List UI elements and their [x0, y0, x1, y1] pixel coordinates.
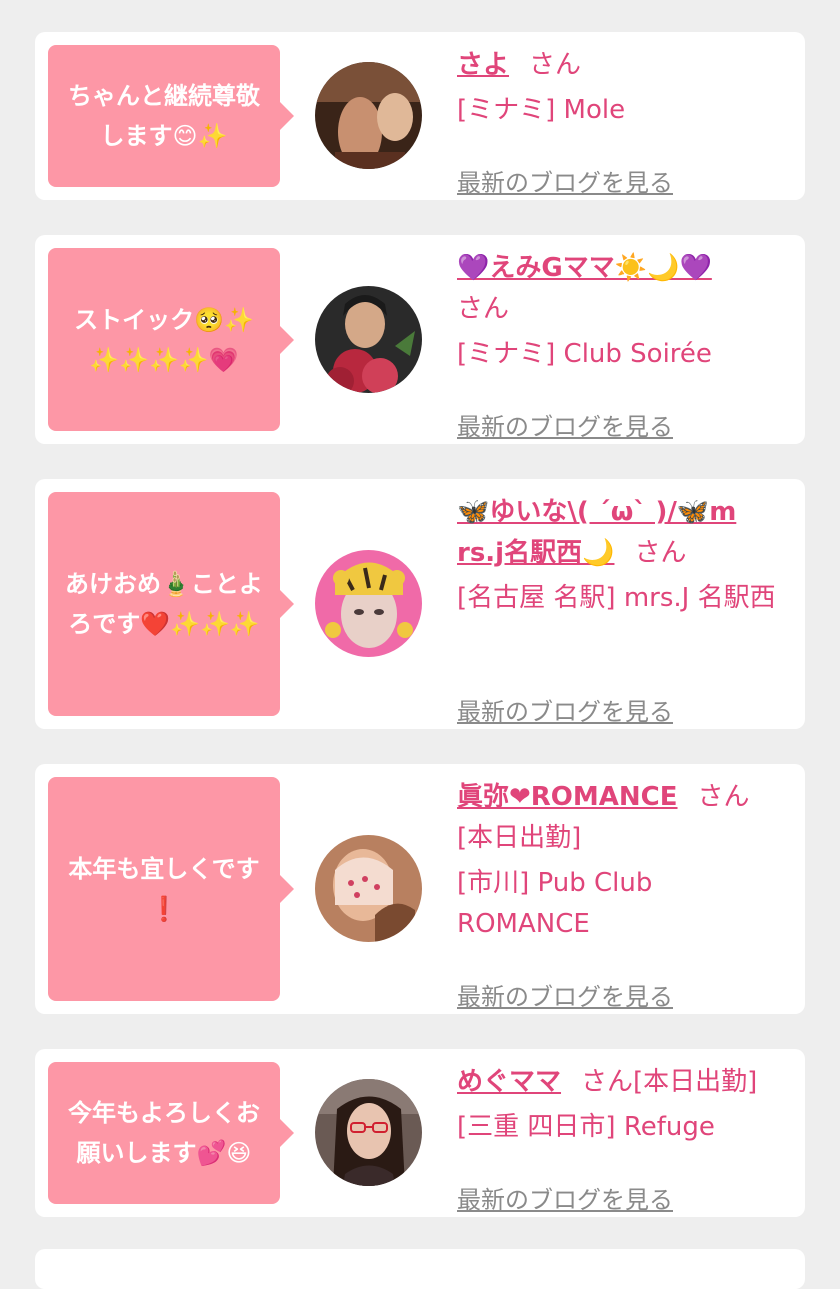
- avatar[interactable]: [315, 1079, 422, 1186]
- honorific: さん: [457, 294, 510, 324]
- avatar-image: [315, 62, 422, 169]
- shop-name: [市川] Pub Club ROMANCE: [457, 868, 653, 939]
- post-card: ストイック🥺✨✨✨✨✨💗 💜えみGママ☀️🌙💜 さん [ミナミ] Club So…: [35, 235, 805, 444]
- avatar[interactable]: [315, 62, 422, 169]
- message-bubble: 本年も宜しくです❗️: [48, 777, 294, 1001]
- message-text: あけおめ🎍ことよろです❤️✨✨✨: [65, 570, 263, 638]
- latest-blog-link[interactable]: 最新のブログを見る: [457, 977, 673, 1018]
- honorific: さん: [581, 1067, 634, 1097]
- post-feed: ちゃんと継続尊敬します😊✨ さよ さん [ミナミ] Mole 最新のブログを見る …: [0, 0, 840, 1289]
- avatar[interactable]: [315, 835, 422, 942]
- post-card: あけおめ🎍ことよろです❤️✨✨✨ 🦋ゆいな\( ´ω` )/🦋mrs.j名駅西🌙…: [35, 479, 805, 729]
- honorific: さん: [529, 50, 582, 80]
- message-bubble: 今年もよろしくお願いします💕😆: [48, 1062, 294, 1204]
- shop-name: [三重 四日市] Refuge: [457, 1112, 715, 1142]
- post-card: 本年も宜しくです❗️ 眞弥❤ROMANCE さん [本日出勤] [市川] Pub …: [35, 764, 805, 1014]
- avatar-image: [315, 286, 422, 393]
- avatar[interactable]: [315, 550, 422, 657]
- latest-blog-link[interactable]: 最新のブログを見る: [457, 163, 673, 204]
- avatar-image: [315, 550, 422, 657]
- message-text: 本年も宜しくです❗️: [68, 855, 260, 923]
- honorific: さん: [634, 538, 687, 568]
- message-text: ちゃんと継続尊敬します😊✨: [68, 82, 260, 150]
- message-text: ストイック🥺✨✨✨✨✨💗: [74, 305, 254, 374]
- honorific: さん: [697, 782, 750, 812]
- user-name-link[interactable]: 眞弥❤ROMANCE: [457, 782, 678, 812]
- post-card: ちゃんと継続尊敬します😊✨ さよ さん [ミナミ] Mole 最新のブログを見る: [35, 32, 805, 200]
- user-name-link[interactable]: さよ: [457, 50, 509, 80]
- post-info: めぐママ さん[本日出勤] [三重 四日市] Refuge 最新のブログを見る: [457, 1062, 792, 1214]
- avatar-image: [315, 835, 422, 942]
- work-status: [本日出勤]: [457, 823, 582, 853]
- post-info: 眞弥❤ROMANCE さん [本日出勤] [市川] Pub Club ROMANC…: [457, 777, 792, 1011]
- post-info: 🦋ゆいな\( ´ω` )/🦋mrs.j名駅西🌙 さん [名古屋 名駅] mrs.J…: [457, 492, 792, 726]
- message-text: 今年もよろしくお願いします💕😆: [68, 1099, 260, 1167]
- work-status: [本日出勤]: [633, 1067, 758, 1097]
- post-info: さよ さん [ミナミ] Mole 最新のブログを見る: [457, 45, 792, 197]
- post-card: 今年もよろしくお願いします💕😆 めぐママ さん[本日出勤] [三重 四日市] Re…: [35, 1049, 805, 1217]
- message-bubble: あけおめ🎍ことよろです❤️✨✨✨: [48, 492, 294, 716]
- shop-name: [ミナミ] Club Soirée: [457, 339, 712, 369]
- message-bubble: ちゃんと継続尊敬します😊✨: [48, 45, 294, 187]
- message-bubble: ストイック🥺✨✨✨✨✨💗: [48, 248, 294, 431]
- avatar[interactable]: [315, 286, 422, 393]
- latest-blog-link[interactable]: 最新のブログを見る: [457, 1180, 673, 1221]
- post-info: 💜えみGママ☀️🌙💜 さん [ミナミ] Club Soirée 最新のブログを見…: [457, 248, 792, 441]
- post-card-partial: [35, 1249, 805, 1289]
- latest-blog-link[interactable]: 最新のブログを見る: [457, 692, 673, 733]
- user-name-link[interactable]: めぐママ: [457, 1067, 561, 1097]
- shop-name: [ミナミ] Mole: [457, 95, 626, 125]
- user-name-link[interactable]: 🦋ゆいな\( ´ω` )/🦋mrs.j名駅西🌙: [457, 497, 736, 568]
- latest-blog-link[interactable]: 最新のブログを見る: [457, 407, 673, 448]
- avatar-image: [315, 1079, 422, 1186]
- user-name-link[interactable]: 💜えみGママ☀️🌙💜: [457, 253, 712, 283]
- shop-name: [名古屋 名駅] mrs.J 名駅西: [457, 583, 776, 613]
